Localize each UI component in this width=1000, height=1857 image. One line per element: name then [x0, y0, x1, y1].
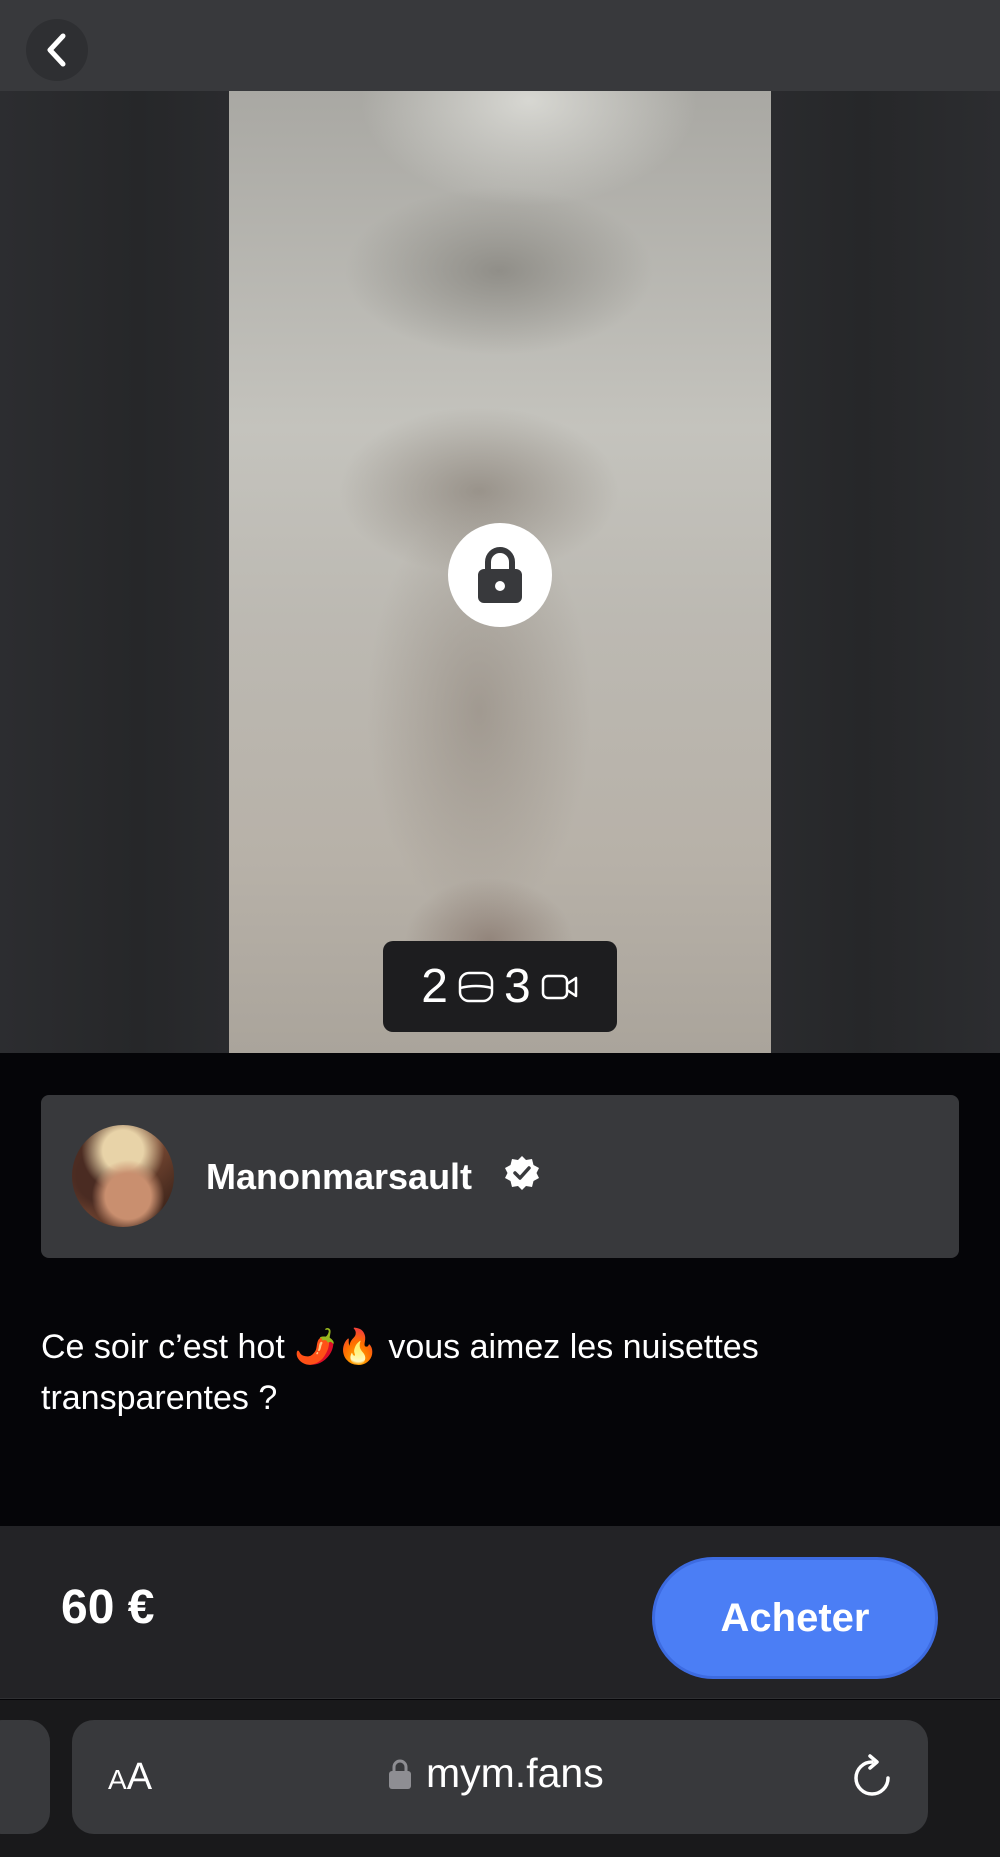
- price-label: 60 €: [61, 1581, 155, 1634]
- address-bar[interactable]: A A mym.fans: [72, 1720, 928, 1834]
- chevron-left-icon: [47, 33, 66, 67]
- text-size-button[interactable]: A A: [108, 1756, 152, 1800]
- media-backdrop-right: [770, 91, 1000, 1053]
- buy-button[interactable]: Acheter: [652, 1557, 938, 1679]
- verified-badge-icon: [505, 1156, 539, 1190]
- photo-count: 2: [421, 959, 448, 1013]
- purchase-bar: 60 € Acheter: [0, 1526, 1000, 1699]
- photo-icon: [458, 971, 494, 1002]
- back-button[interactable]: [26, 19, 88, 81]
- media-area: 2 3: [0, 91, 1000, 1053]
- browser-bar: A A mym.fans: [0, 1700, 1000, 1857]
- blurred-media-preview[interactable]: 2 3: [229, 91, 771, 1053]
- reload-icon[interactable]: [848, 1754, 896, 1802]
- avatar[interactable]: [72, 1125, 174, 1227]
- creator-card[interactable]: Manonmarsault: [41, 1095, 959, 1258]
- url-display[interactable]: mym.fans: [388, 1750, 604, 1797]
- text-size-large: A: [126, 1756, 153, 1798]
- post-caption: Ce soir c’est hot 🌶️🔥 vous aimez les nui…: [41, 1328, 759, 1417]
- lock-icon: [389, 1759, 411, 1789]
- lock-icon: [478, 547, 522, 603]
- media-backdrop-left: [0, 91, 230, 1053]
- lock-badge[interactable]: [448, 523, 552, 627]
- previous-tab[interactable]: [0, 1720, 50, 1834]
- text-size-small: A: [108, 1764, 127, 1795]
- video-camera-icon: [541, 974, 577, 999]
- top-bar: [0, 0, 1000, 91]
- media-counts-badge: 2 3: [383, 941, 617, 1032]
- url-text: mym.fans: [426, 1750, 604, 1796]
- video-count: 3: [504, 959, 531, 1013]
- creator-name[interactable]: Manonmarsault: [206, 1156, 472, 1198]
